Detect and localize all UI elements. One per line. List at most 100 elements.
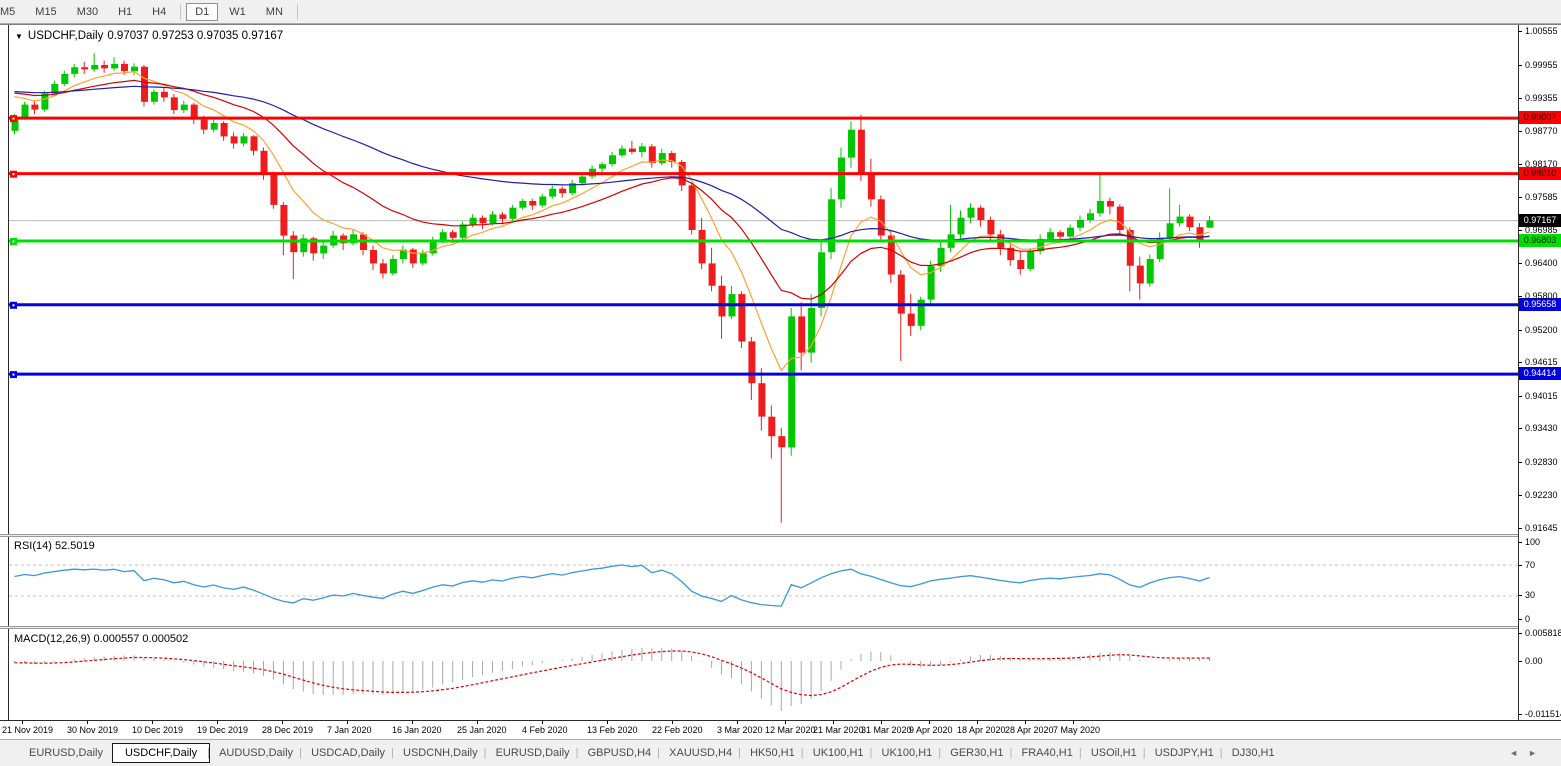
rsi-label: RSI(14) 52.5019 [14, 540, 95, 552]
date-axis[interactable]: 21 Nov 201930 Nov 201910 Dec 201919 Dec … [0, 720, 1561, 740]
tab-usoil-h1[interactable]: USOil,H1 [1082, 743, 1146, 763]
date-tick-mark [1073, 721, 1074, 724]
tab-usdchf-daily[interactable]: USDCHF,Daily [112, 743, 210, 763]
date-tick-label: 21 Nov 2019 [2, 725, 53, 735]
price-tick-mark [1518, 164, 1522, 165]
price-tick-label: 0.99355 [1525, 93, 1558, 103]
price-tick-label: 0.98770 [1525, 126, 1558, 136]
price-tick-label: 0.96985 [1525, 225, 1558, 235]
price-tick-label: 0.92830 [1525, 457, 1558, 467]
date-tick-label: 30 Nov 2019 [67, 725, 118, 735]
tab-dj30-h1[interactable]: DJ30,H1 [1223, 743, 1284, 763]
macd-tick-label: -0.011514 [1525, 709, 1561, 719]
date-tick-mark [929, 721, 930, 724]
price-tick-label: 0.94015 [1525, 391, 1558, 401]
pane-splitter-2[interactable] [0, 626, 1561, 629]
price-tick-mark [1518, 462, 1522, 463]
chart-dropdown-icon[interactable]: ▼ [15, 32, 23, 41]
timeframe-m30-button[interactable]: M30 [68, 3, 107, 21]
date-tick-label: 19 Dec 2019 [197, 725, 248, 735]
price-tick-mark [1518, 396, 1522, 397]
price-tick-label: 0.95800 [1525, 291, 1558, 301]
date-tick-mark [607, 721, 608, 724]
price-tick-label: 0.97585 [1525, 192, 1558, 202]
date-tick-label: 22 Feb 2020 [652, 725, 703, 735]
date-tick-mark [477, 721, 478, 724]
toolbar-separator [180, 4, 181, 20]
date-tick-label: 28 Apr 2020 [1005, 725, 1054, 735]
rsi-tick-mark [1518, 542, 1522, 543]
date-tick-label: 9 Apr 2020 [909, 725, 953, 735]
tab-eurusd-daily-1[interactable]: EURUSD,Daily [20, 743, 112, 763]
timeframe-m15-button[interactable]: M15 [26, 3, 65, 21]
macd-pane[interactable]: MACD(12,26,9) 0.000557 0.000502 [9, 630, 1518, 720]
tab-audusd-daily[interactable]: AUDUSD,Daily [210, 743, 302, 763]
date-tick-mark [881, 721, 882, 724]
last-price-flag: 0.97167 [1519, 214, 1561, 227]
tab-usdcad-daily[interactable]: USDCAD,Daily [302, 743, 394, 763]
date-tick-label: 16 Jan 2020 [392, 725, 442, 735]
price-tick-label: 0.98170 [1525, 159, 1558, 169]
rsi-chart-canvas [9, 537, 1518, 626]
chart-symbol-label: USDCHF,Daily [28, 30, 103, 42]
date-tick-mark [282, 721, 283, 724]
price-tick-label: 1.00555 [1525, 26, 1558, 36]
timeframe-w1-button[interactable]: W1 [220, 3, 255, 21]
price-tick-label: 0.93430 [1525, 423, 1558, 433]
timeframe-d1-button[interactable]: D1 [186, 3, 218, 21]
date-tick-label: 7 Jan 2020 [327, 725, 372, 735]
price-tick-label: 0.94615 [1525, 357, 1558, 367]
macd-tick-mark [1518, 714, 1522, 715]
price-tick-mark [1518, 263, 1522, 264]
tab-uk100-h1-1[interactable]: UK100,H1 [804, 743, 873, 763]
timeframe-h4-button[interactable]: H4 [143, 3, 175, 21]
tab-gbpusd-h4[interactable]: GBPUSD,H4 [579, 743, 661, 763]
timeframe-m5-button[interactable]: M5 [0, 3, 24, 21]
tabs-scroll-left-icon[interactable]: ◄ [1509, 748, 1528, 758]
timeframe-h1-button[interactable]: H1 [109, 3, 141, 21]
price-tick-mark [1518, 31, 1522, 32]
tabs-scroll-right-icon[interactable]: ► [1528, 748, 1547, 758]
price-tick-mark [1518, 296, 1522, 297]
price-tick-mark [1518, 428, 1522, 429]
tab-xauusd-h4[interactable]: XAUUSD,H4 [660, 743, 741, 763]
price-tick-label: 0.99955 [1525, 60, 1558, 70]
chart-title: ▼ USDCHF,Daily 0.97037 0.97253 0.97035 0.9… [15, 30, 287, 42]
price-tick-label: 0.91645 [1525, 523, 1558, 533]
mt4-window: M5 M15 M30 H1 H4 D1 W1 MN ▼ USDCHF,Daily 0… [0, 0, 1561, 766]
tab-ger30-h1[interactable]: GER30,H1 [941, 743, 1012, 763]
tab-hk50-h1[interactable]: HK50,H1 [741, 743, 804, 763]
date-tick-label: 18 Apr 2020 [957, 725, 1006, 735]
date-tick-mark [833, 721, 834, 724]
rsi-tick-mark [1518, 595, 1522, 596]
rsi-tick-label: 30 [1525, 590, 1535, 600]
tab-uk100-h1-2[interactable]: UK100,H1 [873, 743, 942, 763]
price-chart-canvas [9, 26, 1518, 534]
price-tick-mark [1518, 230, 1522, 231]
chart-ohlc-label: 0.97037 0.97253 0.97035 0.97167 [107, 30, 283, 42]
macd-tick-mark [1518, 661, 1522, 662]
hline-price-flag: 0.94414 [1519, 367, 1561, 380]
timeframe-mn-button[interactable]: MN [257, 3, 292, 21]
tab-usdjpy-h1[interactable]: USDJPY,H1 [1146, 743, 1223, 763]
rsi-tick-label: 70 [1525, 560, 1535, 570]
date-tick-label: 7 May 2020 [1053, 725, 1100, 735]
date-tick-mark [672, 721, 673, 724]
rsi-pane[interactable]: RSI(14) 52.5019 [9, 537, 1518, 626]
hline-price-flag: 0.96803 [1519, 234, 1561, 247]
date-tick-mark [347, 721, 348, 724]
price-tick-mark [1518, 362, 1522, 363]
price-tick-mark [1518, 197, 1522, 198]
price-tick-label: 0.96400 [1525, 258, 1558, 268]
timeframe-toolbar: M5 M15 M30 H1 H4 D1 W1 MN [0, 0, 1561, 24]
tab-fra40-h1[interactable]: FRA40,H1 [1012, 743, 1081, 763]
hline-price-flag: 0.99007 [1519, 111, 1561, 124]
price-pane[interactable]: ▼ USDCHF,Daily 0.97037 0.97253 0.97035 0.9… [9, 26, 1518, 534]
date-tick-label: 4 Feb 2020 [522, 725, 568, 735]
price-tick-mark [1518, 528, 1522, 529]
date-tick-mark [87, 721, 88, 724]
tab-eurusd-daily-2[interactable]: EURUSD,Daily [487, 743, 579, 763]
tab-usdcnh-daily[interactable]: USDCNH,Daily [394, 743, 487, 763]
date-tick-mark [152, 721, 153, 724]
date-tick-label: 3 Mar 2020 [717, 725, 763, 735]
